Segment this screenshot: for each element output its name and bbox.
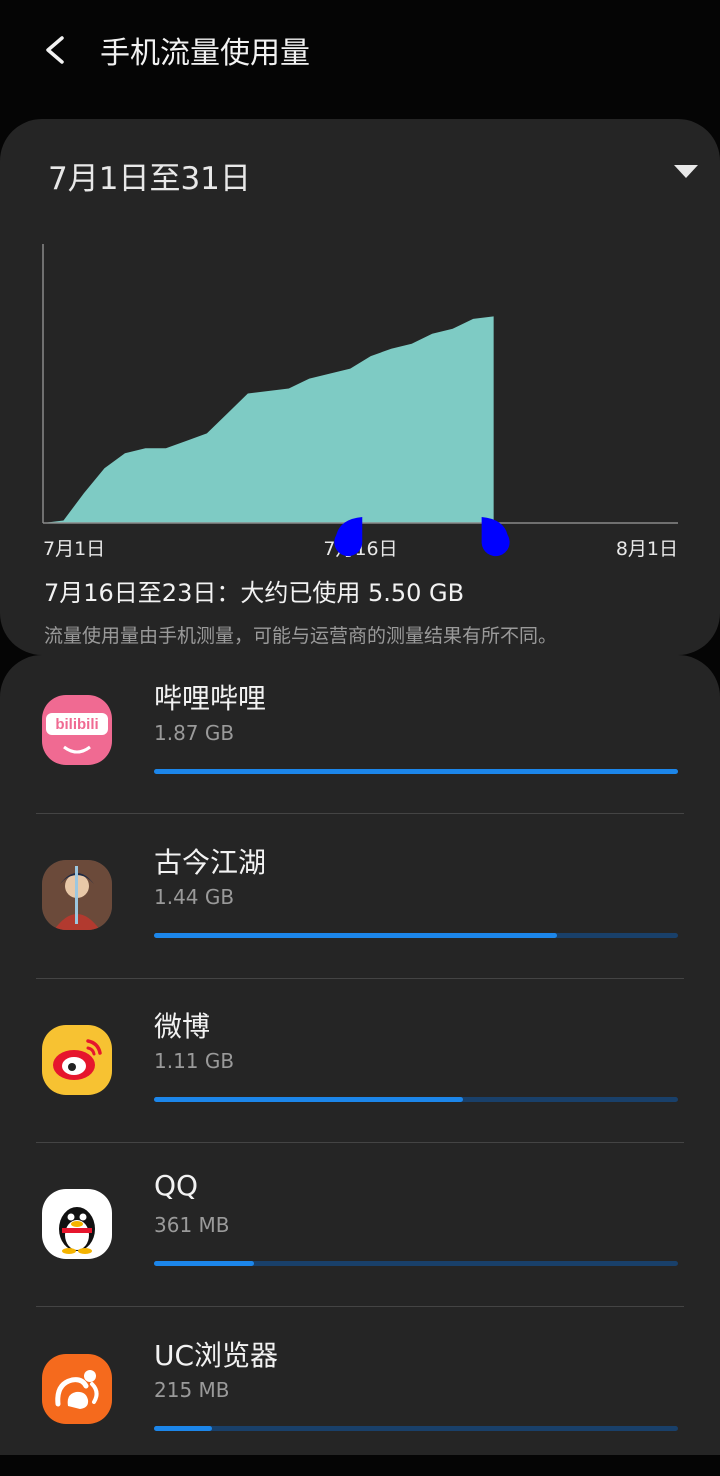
svg-text:bilibili: bilibili <box>55 716 98 733</box>
app-size: 1.87 GB <box>154 721 235 745</box>
app-row-qq[interactable]: QQ 361 MB <box>0 1147 720 1311</box>
usage-bar <box>154 1261 678 1266</box>
top-bar: 手机流量使用量 <box>0 0 720 100</box>
app-name: UC浏览器 <box>154 1339 279 1372</box>
page-title: 手机流量使用量 <box>100 36 310 71</box>
usage-bar-fill <box>154 933 558 938</box>
measurement-note: 流量使用量由手机测量，可能与运营商的测量结果有所不同。 <box>44 625 558 647</box>
usage-bar <box>154 769 678 774</box>
usage-bar-fill <box>154 1426 212 1431</box>
usage-bar <box>154 1426 678 1431</box>
divider <box>36 1142 684 1143</box>
divider <box>36 1306 684 1307</box>
divider <box>36 978 684 979</box>
back-button[interactable] <box>36 26 76 74</box>
app-name: 微博 <box>154 1010 211 1043</box>
app-usage-list: bilibili 哔哩哔哩 1.87 GB 古今江湖 1.44 GB 微博 1.… <box>0 655 720 1455</box>
usage-chart-card: 7月1日至31日 7月1日7月16日8月1日 7月16日至23日：大约已使用 5… <box>0 119 720 655</box>
gujinjianghu-app-icon <box>42 860 112 930</box>
divider <box>36 813 684 814</box>
usage-summary: 7月16日至23日：大约已使用 5.50 GB <box>44 579 465 607</box>
usage-area <box>43 316 494 523</box>
app-size: 361 MB <box>154 1213 230 1237</box>
app-name: 哔哩哔哩 <box>154 682 267 715</box>
app-size: 1.11 GB <box>154 1049 235 1073</box>
usage-bar <box>154 933 678 938</box>
weibo-app-icon <box>42 1025 112 1095</box>
bilibili-app-icon: bilibili <box>42 695 112 765</box>
usage-bar-fill <box>154 1261 254 1266</box>
app-row-uc-browser[interactable]: UC浏览器 215 MB <box>0 1312 720 1476</box>
uc-browser-app-icon <box>42 1354 112 1424</box>
qq-app-icon <box>42 1189 112 1259</box>
app-row-gujinjianghu[interactable]: 古今江湖 1.44 GB <box>0 819 720 983</box>
app-size: 1.44 GB <box>154 885 235 909</box>
x-tick-label: 7月1日 <box>43 538 105 560</box>
app-row-weibo[interactable]: 微博 1.11 GB <box>0 983 720 1147</box>
back-arrow-icon <box>46 36 64 64</box>
app-row-bilibili[interactable]: bilibili 哔哩哔哩 1.87 GB <box>0 655 720 819</box>
usage-bar-fill <box>154 769 678 774</box>
usage-bar <box>154 1097 678 1102</box>
usage-bar-fill <box>154 1097 464 1102</box>
x-tick-label: 8月1日 <box>616 538 678 560</box>
app-name: QQ <box>154 1169 199 1202</box>
usage-chart[interactable]: 7月1日7月16日8月1日 <box>0 119 720 579</box>
app-size: 215 MB <box>154 1378 230 1402</box>
app-name: 古今江湖 <box>154 846 267 879</box>
